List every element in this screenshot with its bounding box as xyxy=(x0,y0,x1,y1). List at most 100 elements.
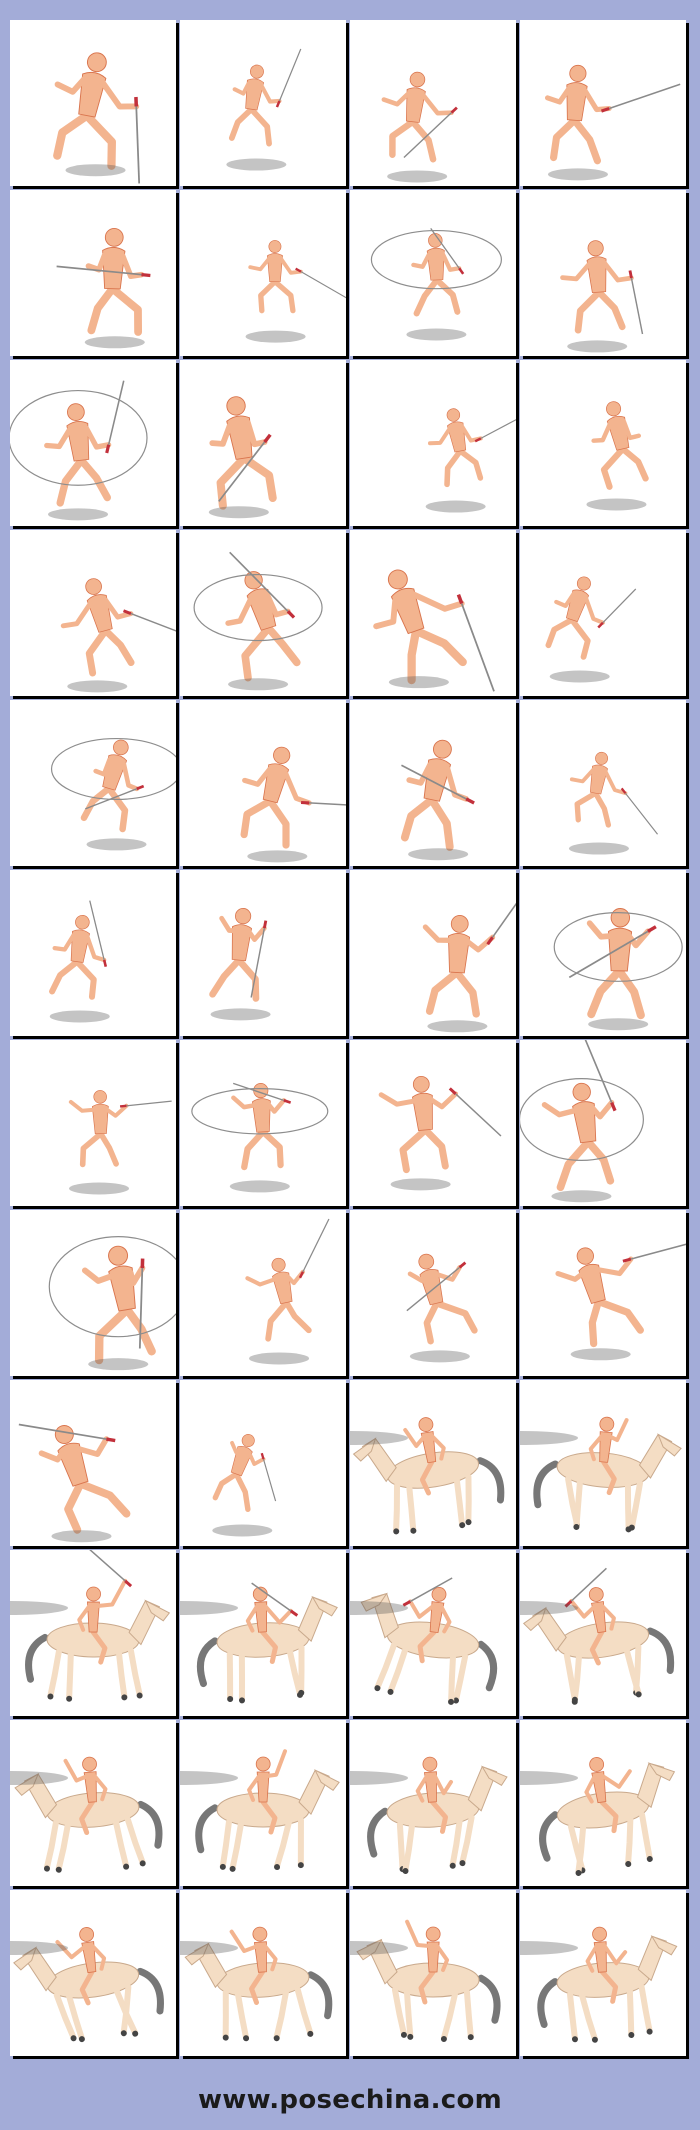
pose-drawing xyxy=(60,578,176,693)
sword xyxy=(134,96,141,184)
pose-drawing xyxy=(553,908,683,1031)
pose-drawing xyxy=(56,227,151,349)
pose-figure xyxy=(209,396,277,510)
horse xyxy=(352,1417,505,1535)
pose-drawing xyxy=(10,380,148,521)
mounted-pose-tile xyxy=(350,1890,516,2056)
pose-figure xyxy=(80,739,145,833)
mounted-pose-tile xyxy=(350,1380,516,1546)
mounted-pose-tile xyxy=(180,1550,346,1716)
pose-figure xyxy=(541,1040,617,1192)
mounted-pose-tile xyxy=(520,1550,686,1716)
pose-drawing xyxy=(180,1749,340,1872)
pose-figure xyxy=(591,401,649,490)
pose-drawing xyxy=(180,1582,338,1704)
sword-pose-tile xyxy=(520,190,686,356)
pose-drawing xyxy=(10,1927,164,2043)
mounted-pose-tile xyxy=(180,1720,346,1886)
pose-figure xyxy=(245,1218,330,1342)
pose-drawing xyxy=(422,871,516,1033)
sword-pose-tile xyxy=(350,360,516,526)
horse xyxy=(184,1926,333,2042)
pose-figure xyxy=(81,1245,156,1365)
sword-pose-tile xyxy=(180,20,346,186)
pose-figure xyxy=(68,1090,172,1168)
pose-drawing xyxy=(350,1756,508,1874)
pose-drawing xyxy=(520,1567,675,1705)
pose-drawing xyxy=(18,1423,131,1543)
pose-figure xyxy=(60,578,176,677)
sword xyxy=(119,1100,172,1108)
pose-drawing xyxy=(544,64,681,181)
pose-figure xyxy=(411,228,465,317)
sword-pose-tile xyxy=(350,1040,516,1206)
sword-pose-tile xyxy=(350,190,516,356)
horse xyxy=(533,1416,682,1533)
pose-figure xyxy=(231,1082,292,1171)
sword-pose-tile xyxy=(520,360,686,526)
footer: www.posechina.com xyxy=(0,2080,700,2120)
site-url-text: www.posechina.com xyxy=(197,2085,503,2115)
pose-drawing xyxy=(350,1417,505,1535)
horse xyxy=(25,1550,171,1702)
pose-drawing xyxy=(48,1236,176,1371)
pose-drawing xyxy=(68,1090,172,1195)
pose-drawing xyxy=(520,1416,682,1533)
pose-drawing xyxy=(49,900,110,1023)
pose-drawing xyxy=(10,1550,171,1702)
sword-pose-tile xyxy=(10,530,176,696)
pose-drawing xyxy=(226,48,302,171)
pose-figure xyxy=(569,751,658,835)
sword-pose-tile xyxy=(520,530,686,696)
pose-figure xyxy=(555,1238,686,1348)
pose-figure xyxy=(18,1423,131,1534)
pose-drawing xyxy=(378,1075,502,1191)
pose-drawing xyxy=(381,71,458,183)
sword xyxy=(105,380,125,454)
pose-drawing xyxy=(350,1577,498,1705)
horse xyxy=(195,1749,340,1872)
sword-pose-tile xyxy=(10,1380,176,1546)
pose-figure xyxy=(212,1434,277,1513)
sword xyxy=(620,787,658,835)
horse xyxy=(522,1567,675,1705)
pose-figure xyxy=(545,576,637,660)
pose-drawing xyxy=(53,52,141,184)
pose-drawing xyxy=(212,1434,277,1537)
pose-figure xyxy=(248,240,346,314)
pose-grid xyxy=(10,20,686,2056)
pose-drawing xyxy=(240,746,346,863)
sword xyxy=(456,594,495,692)
sword-pose-tile xyxy=(350,700,516,866)
mounted-pose-tile xyxy=(10,1550,176,1716)
pose-drawing xyxy=(370,228,502,341)
pose-drawing xyxy=(520,1757,676,1876)
pose-figure xyxy=(56,227,151,336)
pose-figure xyxy=(400,739,475,851)
sword-pose-tile xyxy=(350,1210,516,1376)
pose-drawing xyxy=(209,908,271,1021)
pose-drawing xyxy=(191,1082,329,1193)
pose-figure xyxy=(209,908,268,1002)
sword-pose-tile xyxy=(10,360,176,526)
pose-drawing xyxy=(586,401,649,511)
mounted-pose-tile xyxy=(10,1720,176,1886)
sword-pose-tile xyxy=(180,870,346,1036)
pose-figure xyxy=(381,71,458,163)
sword-pose-tile xyxy=(10,20,176,186)
sword xyxy=(122,609,176,641)
pose-figure xyxy=(228,48,302,147)
sword-pose-tile xyxy=(180,700,346,866)
sword xyxy=(298,1218,330,1279)
pose-drawing xyxy=(568,751,658,855)
pose-drawing xyxy=(245,1218,330,1365)
pose-figure xyxy=(427,408,516,488)
sword-pose-tile xyxy=(180,1040,346,1206)
mounted-pose-tile xyxy=(350,1720,516,1886)
pose-drawing xyxy=(10,1756,163,1873)
pose-drawing xyxy=(545,576,637,683)
sword xyxy=(600,83,681,113)
horse xyxy=(539,1757,676,1876)
pose-drawing xyxy=(50,737,176,851)
horse xyxy=(356,1919,501,2043)
